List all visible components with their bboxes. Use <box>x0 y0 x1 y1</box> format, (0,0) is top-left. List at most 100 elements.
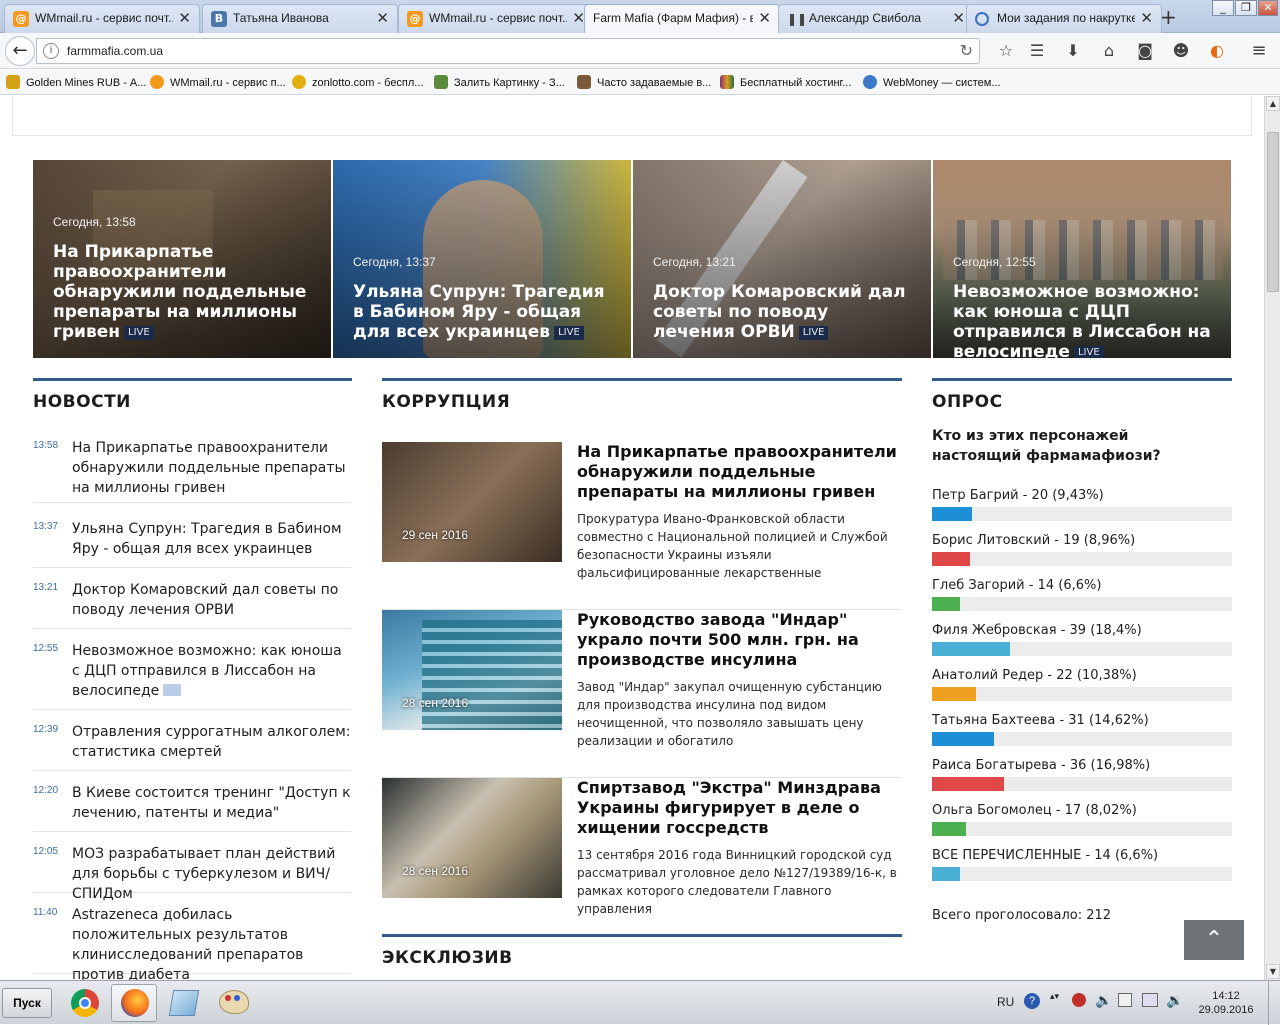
news-link[interactable]: Astrazeneca добилась положительных резул… <box>72 905 352 980</box>
tab-tasks[interactable]: Мои задания по накрутке ✕ <box>966 4 1162 33</box>
hero-title[interactable]: Доктор Комаровский дал советы по поводу … <box>653 282 915 342</box>
home-icon[interactable]: ⌂ <box>1099 41 1119 61</box>
article-card[interactable]: 29 сен 2016 На Прикарпатье правоохраните… <box>382 442 902 610</box>
hero-tile[interactable]: Сегодня, 13:58 На Прикарпатье правоохран… <box>33 160 331 358</box>
url-text[interactable]: farmmafia.com.ua <box>67 44 163 58</box>
news-item[interactable]: 12:39 Отравления суррогатным алкоголем: … <box>33 722 351 771</box>
taskbar-app-notes[interactable] <box>161 984 207 1022</box>
news-item[interactable]: 12:20 В Киеве состоится тренинг "Доступ … <box>33 783 351 832</box>
hero-tile[interactable]: Сегодня, 12:55 Невозможное возможно: как… <box>933 160 1231 358</box>
scroll-down-arrow[interactable]: ▼ <box>1266 964 1280 979</box>
scroll-to-top-button[interactable]: ⌃ <box>1184 920 1244 960</box>
news-item[interactable]: 13:37 Ульяна Супрун: Трагедия в Бабином … <box>33 519 351 568</box>
news-link[interactable]: Ульяна Супрун: Трагедия в Бабином Яру - … <box>72 519 352 559</box>
clock[interactable]: 14:12 29.09.2016 <box>1188 989 1264 1017</box>
language-indicator[interactable]: RU <box>997 995 1014 1009</box>
scroll-up-arrow[interactable]: ▲ <box>1266 96 1280 111</box>
bookmark-webmoney[interactable]: WebMoney — систем... <box>863 75 1000 89</box>
poll-total: Всего проголосовало: 212 <box>932 908 1112 923</box>
news-link[interactable]: МОЗ разрабатывает план действий для борь… <box>72 844 352 904</box>
taskbar-app-chrome[interactable] <box>62 984 108 1022</box>
reading-list-icon[interactable]: ☰ <box>1027 41 1047 61</box>
tab-svibola[interactable]: ❚❚ Александр Свибола ✕ <box>778 4 974 33</box>
tab-farmmafia[interactable]: Farm Mafia (Фарм Мафия) - в... ✕ <box>584 4 780 34</box>
tray-expand-icon[interactable]: ▴▾ <box>1050 991 1059 1002</box>
bookmark-zonlotto[interactable]: zonlotto.com - беспл... <box>292 75 423 89</box>
news-link[interactable]: В Киеве состоится тренинг "Доступ к лече… <box>72 783 352 823</box>
tab-title: Татьяна Иванова <box>233 11 329 25</box>
bookmark-hosting[interactable]: Бесплатный хостинг... <box>720 75 851 89</box>
volume-icon[interactable]: 🔈 <box>1095 992 1112 1009</box>
start-button[interactable]: Пуск <box>2 988 52 1018</box>
taskbar-app-paint[interactable] <box>211 984 257 1022</box>
page-scrollbar[interactable]: ▲ ▼ <box>1264 96 1280 980</box>
tab-vk[interactable]: В Татьяна Иванова ✕ <box>202 4 398 33</box>
scrollbar-thumb[interactable] <box>1267 132 1279 292</box>
tab-wmmail-2[interactable]: @ WMmail.ru - сервис почт... ✕ <box>398 4 594 33</box>
window-close-button[interactable]: ✕ <box>1258 0 1278 16</box>
tab-wmmail-1[interactable]: @ WMmail.ru - сервис почт... ✕ <box>4 4 200 33</box>
bookmark-wmmail[interactable]: WMmail.ru - сервис п... <box>150 75 286 89</box>
article-thumbnail[interactable]: 28 сен 2016 <box>382 778 562 898</box>
network-icon[interactable] <box>1118 993 1132 1007</box>
close-icon[interactable]: ✕ <box>758 9 771 27</box>
hello-icon[interactable]: ☻ <box>1171 41 1191 61</box>
news-item[interactable]: 12:55 Невозможное возможно: как юноша с … <box>33 641 351 710</box>
hero-title[interactable]: На Прикарпатье правоохранители обнаружил… <box>53 242 315 342</box>
article-title[interactable]: Руководство завода "Индар" украло почти … <box>577 610 897 670</box>
news-item[interactable]: 11:40 Astrazeneca добилась положительных… <box>33 905 351 980</box>
antivirus-icon[interactable] <box>1072 993 1086 1007</box>
news-item[interactable]: 13:21 Доктор Комаровский дал советы по п… <box>33 580 351 629</box>
bookmark-star-icon[interactable]: ☆ <box>996 41 1016 61</box>
target-icon <box>975 12 989 26</box>
bookmark-faq[interactable]: Часто задаваемые в... <box>577 75 711 89</box>
clock-date: 29.09.2016 <box>1198 1004 1254 1016</box>
close-icon[interactable]: ✕ <box>952 9 965 27</box>
close-icon[interactable]: ✕ <box>1140 9 1153 27</box>
poll-option-label: ВСЕ ПЕРЕЧИСЛЕННЫЕ - 14 (6,6%) <box>932 848 1159 863</box>
pocket-icon[interactable]: ◙ <box>1135 41 1155 61</box>
poll-bar-track <box>932 732 1232 746</box>
display-icon[interactable] <box>1142 993 1158 1007</box>
article-card[interactable]: 28 сен 2016 Спиртзавод "Экстра" Минздрав… <box>382 778 902 936</box>
poll-bar-track <box>932 867 1232 881</box>
hero-title[interactable]: Невозможное возможно: как юноша с ДЦП от… <box>953 282 1215 358</box>
hero-tile[interactable]: Сегодня, 13:37 Ульяна Супрун: Трагедия в… <box>333 160 631 358</box>
bookmark-golden-mines[interactable]: Golden Mines RUB - А... <box>6 75 146 89</box>
help-icon[interactable]: ? <box>1024 993 1040 1009</box>
taskbar-app-firefox[interactable] <box>111 984 157 1022</box>
speaker-icon[interactable]: 🔉 <box>1166 992 1183 1009</box>
bookmark-image-upload[interactable]: Залить Картинку - З... <box>434 75 565 89</box>
url-bar[interactable]: i farmmafia.com.ua ↻ <box>36 38 980 64</box>
back-button[interactable]: ← <box>5 36 35 66</box>
hero-title[interactable]: Ульяна Супрун: Трагедия в Бабином Яру - … <box>353 282 615 342</box>
minimize-button[interactable]: _ <box>1212 0 1234 16</box>
video-icon <box>163 684 182 696</box>
info-icon[interactable]: i <box>43 43 59 59</box>
news-link[interactable]: Отравления суррогатным алкоголем: статис… <box>72 722 352 762</box>
news-link[interactable]: На Прикарпатье правоохранители обнаружил… <box>72 438 352 498</box>
article-card[interactable]: 28 сен 2016 Руководство завода "Индар" у… <box>382 610 902 778</box>
article-title[interactable]: На Прикарпатье правоохранители обнаружил… <box>577 442 897 502</box>
extension-icon[interactable]: ◐ <box>1207 41 1227 61</box>
tab-title: WMmail.ru - сервис почт... <box>35 11 173 25</box>
news-item[interactable]: 13:58 На Прикарпатье правоохранители обн… <box>33 438 351 503</box>
chevron-up-icon: ⌃ <box>1204 927 1224 952</box>
menu-icon[interactable]: ≡ <box>1249 41 1269 61</box>
article-thumbnail[interactable]: 28 сен 2016 <box>382 610 562 730</box>
close-icon[interactable]: ✕ <box>178 9 191 27</box>
maximize-button[interactable]: ❐ <box>1235 0 1257 16</box>
close-icon[interactable]: ✕ <box>376 9 389 27</box>
article-title[interactable]: Спиртзавод "Экстра" Минздрава Украины фи… <box>577 778 897 838</box>
news-time: 13:37 <box>33 521 59 532</box>
download-icon[interactable]: ⬇ <box>1063 41 1083 61</box>
news-link[interactable]: Невозможное возможно: как юноша с ДЦП от… <box>72 641 352 701</box>
news-item[interactable]: 12:05 МОЗ разрабатывает план действий дл… <box>33 844 351 902</box>
show-desktop-button[interactable] <box>1268 981 1280 1025</box>
hero-time: Сегодня, 13:58 <box>53 215 136 229</box>
hero-tile[interactable]: Сегодня, 13:21 Доктор Комаровский дал со… <box>633 160 931 358</box>
new-tab-button[interactable]: + <box>1160 5 1177 29</box>
reload-icon[interactable]: ↻ <box>960 41 973 60</box>
news-link[interactable]: Доктор Комаровский дал советы по поводу … <box>72 580 352 620</box>
article-thumbnail[interactable]: 29 сен 2016 <box>382 442 562 562</box>
